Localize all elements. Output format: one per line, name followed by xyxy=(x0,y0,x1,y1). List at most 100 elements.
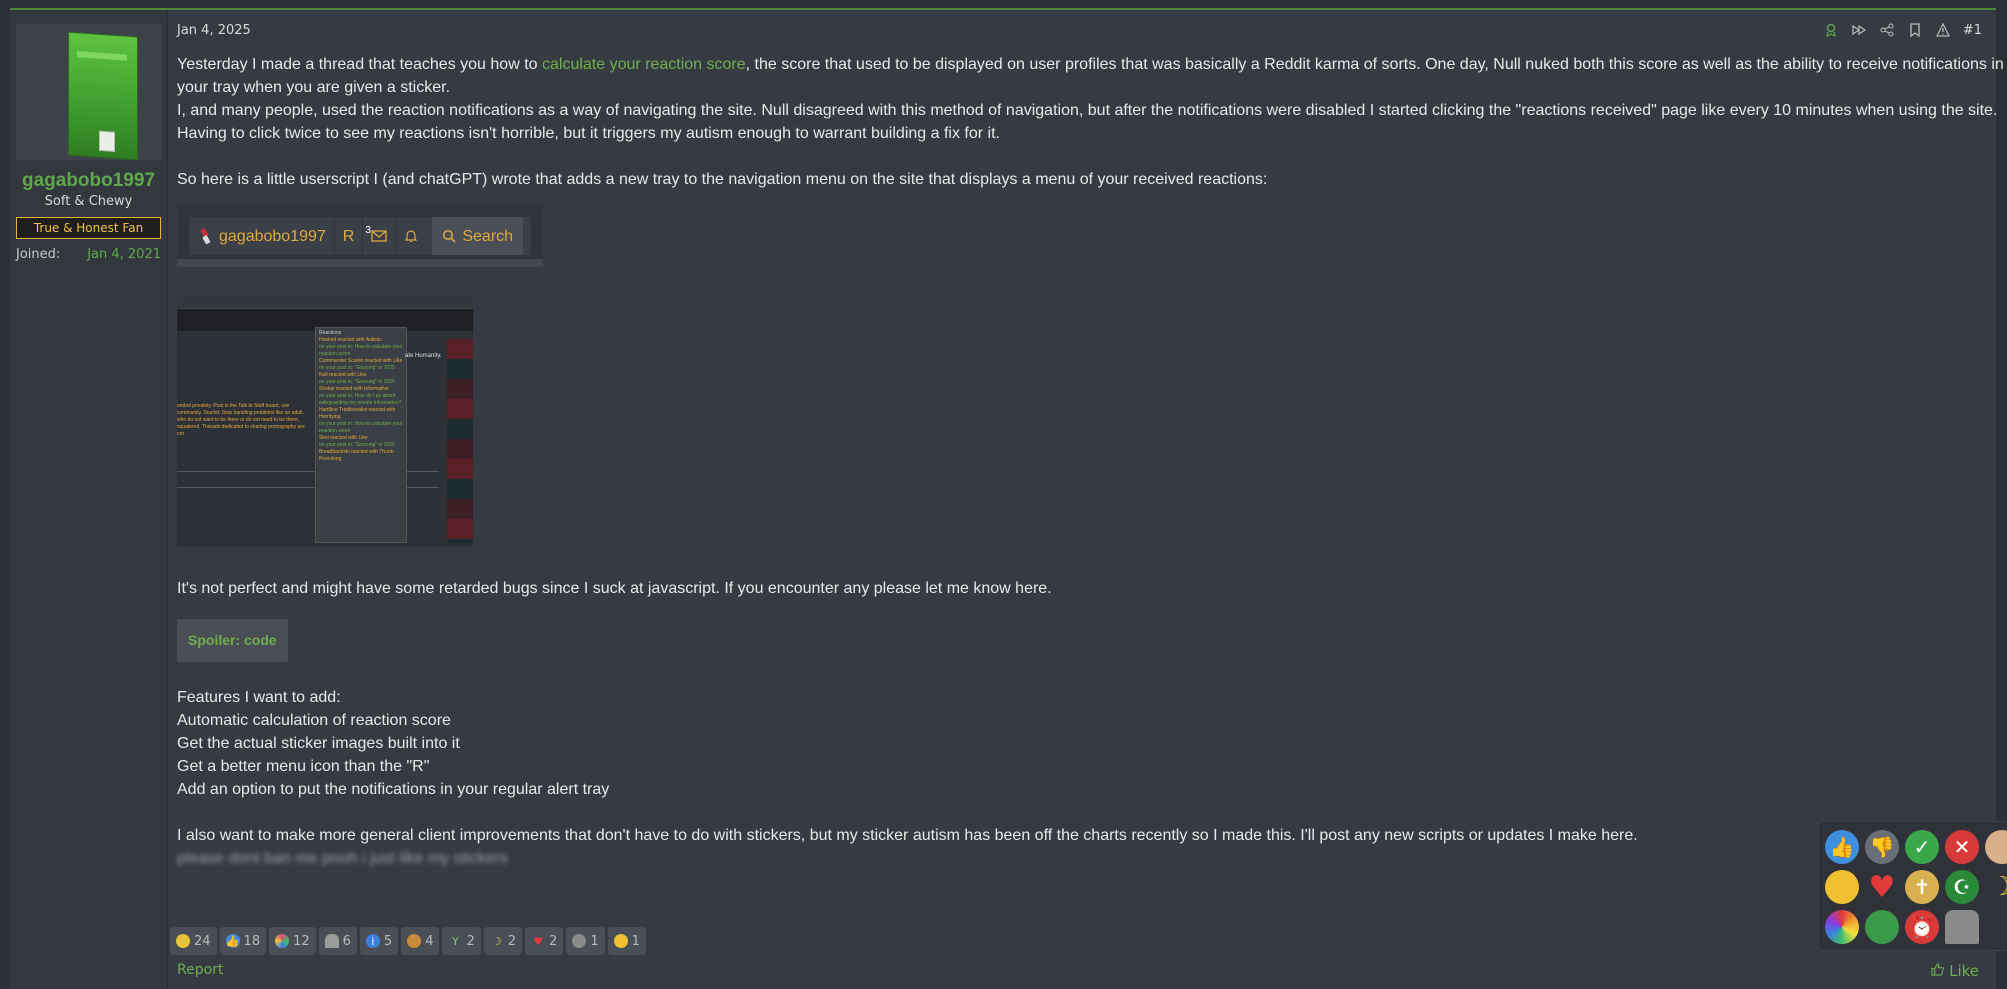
screenshot-thumbnails xyxy=(447,339,473,543)
cross-icon[interactable]: ✝ xyxy=(1905,870,1939,904)
thinking-icon[interactable] xyxy=(1825,870,1859,904)
reaction-chip[interactable]: 1 xyxy=(566,927,605,955)
thumbs-up-outline-icon xyxy=(1931,963,1945,976)
checkmark-icon[interactable]: ✓ xyxy=(1905,830,1939,864)
screenshot-item: on your post in: How to calculate your r… xyxy=(319,344,403,357)
user-banner: True & Honest Fan xyxy=(16,217,161,239)
nav-search-label: Search xyxy=(462,227,514,245)
lipstick-icon xyxy=(200,228,211,245)
reaction-chip[interactable]: 4 xyxy=(401,927,440,955)
screenshot-item: on your post in: "Gooning" in 2025 xyxy=(319,379,395,385)
reaction-chip[interactable]: 👍 18 xyxy=(219,927,267,955)
feature-item: Get a better menu icon than the "R" xyxy=(177,758,430,775)
post-header: Jan 4, 2025 #1 xyxy=(177,20,1982,40)
thumbs-down-icon[interactable]: 👎 xyxy=(1865,830,1899,864)
tombstone-icon xyxy=(324,934,339,948)
nav-alerts xyxy=(395,217,426,255)
info-icon: i xyxy=(365,934,380,948)
dislike-icon xyxy=(572,934,587,948)
reaction-count: 4 xyxy=(425,933,434,949)
intro-text: Yesterday I made a thread that teaches y… xyxy=(177,56,542,73)
nav-inbox: 3 xyxy=(362,217,395,255)
screenshot-item: Skel reacted with Like xyxy=(319,435,368,441)
reaction-chip[interactable]: 1 xyxy=(607,927,646,955)
reactions-menu-screenshot[interactable]: ended privately. Post in the Talk to Sta… xyxy=(177,295,473,547)
alarm-clock-icon[interactable]: ⏰ xyxy=(1905,910,1939,944)
spoiler-button[interactable]: Spoiler: code xyxy=(177,619,288,662)
user-sidebar: gagabobo1997 Soft & Chewy True & Honest … xyxy=(10,10,168,989)
flag-icon[interactable] xyxy=(1865,910,1899,944)
reaction-score-link[interactable]: calculate your reaction score xyxy=(542,56,746,73)
joined-label: Joined: xyxy=(16,247,61,262)
post-date[interactable]: Jan 4, 2025 xyxy=(177,23,251,38)
search-icon xyxy=(443,229,456,243)
joined-value: Jan 4, 2021 xyxy=(87,247,161,262)
report-warning-icon[interactable] xyxy=(1935,22,1951,38)
like-button[interactable]: Like xyxy=(1931,962,1979,980)
thinking-icon xyxy=(613,934,628,948)
screenshot-reactions-menu: Reactions Hooked reacted with Autistic o… xyxy=(315,327,407,543)
nav-user: gagabobo1997 xyxy=(189,217,334,255)
screenshot-item: Shokai reacted with Informative xyxy=(319,386,389,392)
screenshot-item: on your post in: How do I go about safeg… xyxy=(319,393,402,406)
face-icon[interactable] xyxy=(1985,830,2007,864)
pinwheel-icon xyxy=(275,934,290,948)
screenshot-left-text: ended privately. Post in the Talk to Sta… xyxy=(177,403,305,437)
reaction-chip[interactable]: Y2 xyxy=(442,927,481,955)
gold-coin-icon xyxy=(176,934,190,948)
rainbow-icon[interactable] xyxy=(1825,910,1859,944)
cocktail-icon: Y xyxy=(452,934,459,948)
reaction-count: 2 xyxy=(549,933,558,949)
user-title: Soft & Chewy xyxy=(44,194,133,209)
screenshot-item: Null reacted with Like xyxy=(319,372,367,378)
screenshot-item: on your post in: "Gooning" in 2025 xyxy=(319,365,395,371)
heart-icon[interactable]: ♥ xyxy=(1865,870,1899,905)
reaction-chip[interactable]: 6 xyxy=(318,927,357,955)
feature-item: Add an option to put the notifications i… xyxy=(177,781,610,798)
graduate-icon xyxy=(407,934,422,948)
nav-r: R xyxy=(333,217,363,255)
screenshot-topbar xyxy=(177,295,473,309)
post-actions: #1 xyxy=(1823,22,1982,38)
reaction-count: 1 xyxy=(631,933,640,949)
username[interactable]: gagabobo1997 xyxy=(16,170,161,192)
avatar[interactable] xyxy=(16,24,162,160)
post-main: Jan 4, 2025 #1 Yesterday I made a thread… xyxy=(168,10,2004,989)
screenshot-item: on your post in: How to calculate your r… xyxy=(319,421,403,434)
moon-icon[interactable]: ☽ xyxy=(1985,870,2007,904)
reaction-chip[interactable]: i5 xyxy=(359,927,399,955)
nav-bar: gagabobo1997 R 3 Search xyxy=(189,217,531,255)
thumbs-up-icon[interactable]: 👍 xyxy=(1825,830,1859,864)
post-number[interactable]: #1 xyxy=(1963,23,1982,38)
reaction-chip[interactable]: ☽ 2 xyxy=(483,927,523,955)
features-heading: Features I want to add: xyxy=(177,689,341,706)
paragraph-intro: Yesterday I made a thread that teaches y… xyxy=(177,53,2007,99)
reaction-count: 24 xyxy=(194,933,211,949)
screenshot-header-fragment: ate Humanity. xyxy=(405,353,442,359)
share-icon[interactable] xyxy=(1879,22,1895,38)
envelope-icon xyxy=(371,230,387,242)
user-joined: Joined: Jan 4, 2021 xyxy=(16,247,161,262)
screenshot-item: Hooked reacted with Autistic xyxy=(319,337,382,343)
post-body: Yesterday I made a thread that teaches y… xyxy=(177,53,2007,870)
screenshot-menu-title: Reactions xyxy=(319,330,342,336)
reaction-chip[interactable]: 24 xyxy=(170,927,217,955)
nav-preview-image[interactable]: gagabobo1997 R 3 Search xyxy=(177,205,543,267)
fast-forward-icon[interactable] xyxy=(1851,22,1867,38)
feature-item: Get the actual sticker images built into… xyxy=(177,735,460,752)
thumbs-up-icon: 👍 xyxy=(225,934,240,948)
paragraph-userscript: So here is a little userscript I (and ch… xyxy=(177,171,1268,188)
tombstone-icon[interactable] xyxy=(1945,910,1979,944)
nav-username: gagabobo1997 xyxy=(219,227,326,245)
reaction-chip[interactable]: ♥ 2 xyxy=(525,927,564,955)
bookmark-icon[interactable] xyxy=(1907,22,1923,38)
nav-search: Search xyxy=(432,217,524,255)
x-mark-icon[interactable]: ✕ xyxy=(1945,830,1979,864)
crescent-star-icon[interactable]: ☪ xyxy=(1945,870,1979,904)
reaction-count: 18 xyxy=(243,933,261,949)
reaction-chip[interactable]: 12 xyxy=(269,927,316,955)
reaction-picker: 👍 👎 ✓ ✕ ♥ ✝ ☪ ☽ ⏰ xyxy=(1818,821,2007,951)
feature-item: Automatic calculation of reaction score xyxy=(177,712,451,729)
watch-icon[interactable] xyxy=(1823,22,1839,38)
report-link[interactable]: Report xyxy=(177,962,223,978)
